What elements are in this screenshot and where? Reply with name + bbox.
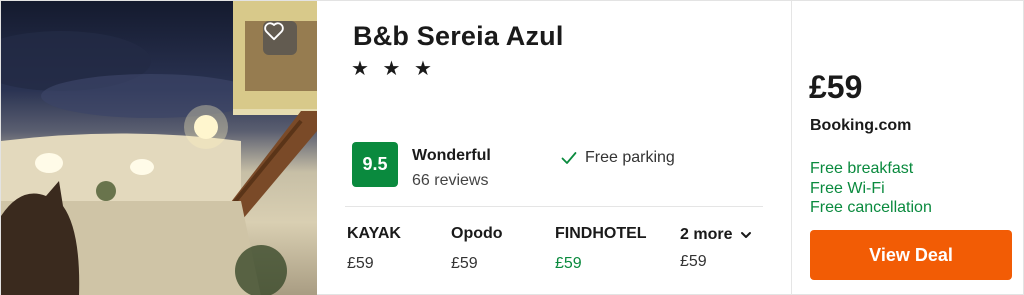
provider-offer-kayak[interactable]: KAYAK £59 [347,225,401,273]
rating-score-badge: 9.5 [352,142,398,187]
best-deal-price: £59 [809,69,863,105]
provider-price: £59 [555,255,582,272]
favorite-button[interactable] [263,21,297,55]
perk-item: Free Wi-Fi [810,179,885,197]
hotel-result-card: B&b Sereia Azul ★ ★ ★ 9.5 Wonderful 66 r… [0,0,1024,295]
more-providers-button[interactable]: 2 more [680,226,752,244]
provider-offer-findhotel[interactable]: FINDHOTEL £59 [555,225,647,273]
chevron-down-icon [741,232,752,238]
provider-price: £59 [451,255,478,272]
perk-item: Free cancellation [810,199,932,216]
best-deal-provider: Booking.com [810,117,912,134]
more-providers-label: 2 more [680,226,733,243]
hotel-photo[interactable] [1,1,317,295]
hotel-name[interactable]: B&b Sereia Azul [353,21,564,52]
more-providers-price: £59 [680,253,707,270]
perk-item: Free breakfast [810,160,914,177]
provider-offer-opodo[interactable]: Opodo £59 [451,225,503,273]
check-icon [561,152,577,164]
provider-name: Opodo [451,225,503,242]
review-count[interactable]: 66 reviews [412,172,488,190]
amenity-free-parking: Free parking [561,149,675,167]
provider-name: FINDHOTEL [555,225,647,242]
column-divider [791,1,792,295]
divider [345,206,763,207]
deal-perks-list: Free breakfast Free Wi-Fi Free cancellat… [810,159,932,218]
heart-outline-icon [264,22,284,41]
amenity-label: Free parking [585,149,675,166]
rating-label: Wonderful [412,147,491,164]
hotel-star-rating: ★ ★ ★ [351,58,436,80]
view-deal-button[interactable]: View Deal [810,230,1012,280]
provider-price: £59 [347,255,374,272]
provider-name: KAYAK [347,225,401,242]
